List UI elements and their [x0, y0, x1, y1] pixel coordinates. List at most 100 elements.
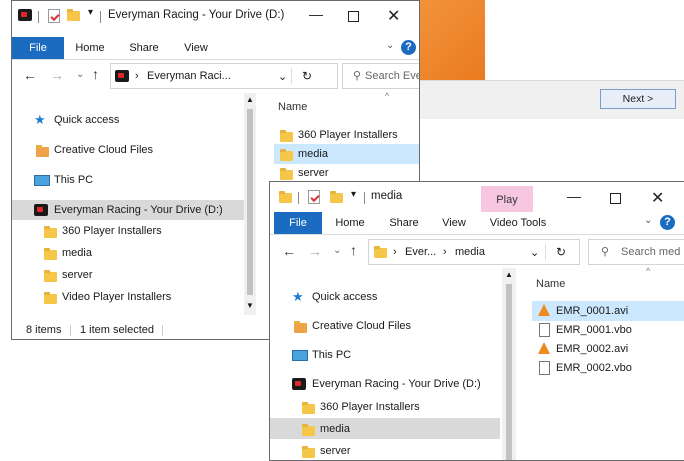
- back-icon[interactable]: ←: [23, 67, 37, 83]
- qat-dropdown-icon[interactable]: ▾: [351, 189, 356, 200]
- computer-icon: [292, 350, 308, 361]
- nav-label: Creative Cloud Files: [312, 320, 412, 332]
- tab-file[interactable]: File: [12, 37, 64, 59]
- tab-view[interactable]: View: [178, 37, 214, 59]
- search-box[interactable]: ⚲ Search med: [588, 239, 684, 265]
- file-name: 360 Player Installers: [298, 129, 398, 141]
- explorer-window-media: ▾ media Play — ✕ File Home Share View Vi…: [269, 181, 684, 461]
- address-field[interactable]: › Everyman Raci... ⌄ ↻: [110, 63, 338, 89]
- refresh-icon[interactable]: ↻: [302, 69, 312, 83]
- scroll-down-icon[interactable]: ▼: [246, 301, 254, 310]
- context-tab-label: Play: [496, 194, 518, 206]
- forward-icon[interactable]: →: [50, 67, 64, 83]
- refresh-icon[interactable]: ↻: [556, 245, 566, 259]
- tab-file[interactable]: File: [274, 212, 322, 234]
- folder-icon: [302, 402, 315, 414]
- minimize-button[interactable]: —: [309, 6, 323, 22]
- context-tab-play[interactable]: Play: [481, 186, 533, 212]
- file-row[interactable]: EMR_0001.vbo: [536, 321, 684, 341]
- maximize-button[interactable]: [348, 11, 359, 22]
- recent-locations-icon[interactable]: ⌄: [333, 245, 341, 256]
- window-title: Everyman Racing - Your Drive (D:): [108, 9, 285, 21]
- up-icon[interactable]: ↑: [350, 242, 357, 258]
- tab-share[interactable]: Share: [124, 37, 164, 59]
- up-icon[interactable]: ↑: [92, 66, 99, 82]
- window-title: media: [371, 190, 403, 202]
- new-folder-icon[interactable]: [67, 9, 80, 21]
- qat-separator: [298, 192, 299, 204]
- address-dropdown-icon[interactable]: ⌄: [278, 70, 287, 83]
- column-header-name[interactable]: Name: [536, 278, 565, 290]
- expand-ribbon-icon[interactable]: ⌄: [644, 215, 652, 226]
- sort-indicator-icon: ^: [646, 266, 651, 276]
- expand-ribbon-icon[interactable]: ⌄: [386, 40, 394, 51]
- nav-label: Quick access: [54, 114, 120, 126]
- tab-home[interactable]: Home: [72, 37, 108, 59]
- address-separator: [545, 244, 546, 260]
- file-row[interactable]: EMR_0001.avi: [536, 302, 684, 322]
- properties-icon[interactable]: [48, 9, 60, 23]
- help-icon[interactable]: ?: [660, 215, 675, 230]
- search-placeholder: Search med: [621, 246, 681, 258]
- creative-cloud-folder-icon: [294, 321, 307, 333]
- close-button[interactable]: ✕: [651, 188, 664, 208]
- file-name: EMR_0002.avi: [556, 343, 629, 355]
- nav-label: Quick access: [312, 291, 378, 303]
- address-segment-current[interactable]: media: [455, 246, 485, 258]
- nav-label: media: [62, 247, 92, 259]
- column-header-name[interactable]: Name: [278, 101, 307, 113]
- search-box[interactable]: ⚲ Search Ever: [342, 63, 419, 89]
- scroll-up-icon[interactable]: ▲: [505, 270, 513, 279]
- file-row[interactable]: 360 Player Installers: [278, 126, 419, 146]
- nav-label: This PC: [54, 174, 94, 186]
- document-icon: [539, 361, 550, 375]
- folder-icon: [302, 446, 315, 458]
- nav-scrollbar[interactable]: ▲: [502, 268, 516, 460]
- nav-label: Video Player Installers: [62, 291, 172, 303]
- nav-label: This PC: [312, 349, 352, 361]
- forward-icon[interactable]: →: [308, 243, 322, 259]
- file-row[interactable]: EMR_0002.vbo: [536, 359, 684, 379]
- back-icon[interactable]: ←: [282, 243, 296, 259]
- breadcrumb-chevron-icon: ›: [135, 70, 139, 82]
- tab-video-tools[interactable]: Video Tools: [486, 212, 550, 234]
- close-button[interactable]: ✕: [387, 6, 400, 26]
- navigation-pane: ★ Quick access Creative Cloud Files This…: [12, 93, 256, 315]
- nav-label: Creative Cloud Files: [54, 144, 154, 156]
- address-segment-parent[interactable]: Ever...: [405, 246, 436, 258]
- breadcrumb-chevron-icon: ›: [443, 246, 447, 258]
- computer-icon: [34, 175, 50, 186]
- scroll-thumb[interactable]: [506, 284, 512, 460]
- title-bar[interactable]: ▾ media Play — ✕: [270, 182, 684, 212]
- document-icon: [539, 323, 550, 337]
- address-field[interactable]: › Ever... › media ⌄ ↻: [368, 239, 580, 265]
- tab-home[interactable]: Home: [330, 212, 370, 234]
- help-icon[interactable]: ?: [401, 40, 416, 55]
- nav-label: 360 Player Installers: [320, 401, 420, 413]
- new-folder-icon[interactable]: [330, 191, 343, 203]
- drive-icon: [115, 70, 129, 82]
- title-separator: [364, 192, 365, 204]
- qat-dropdown-icon[interactable]: ▾: [88, 7, 93, 18]
- properties-icon[interactable]: [308, 190, 320, 204]
- scroll-thumb[interactable]: [247, 109, 253, 295]
- nav-label: media: [320, 423, 350, 435]
- nav-scrollbar[interactable]: ▲ ▼: [244, 93, 256, 315]
- folder-icon: [280, 168, 293, 180]
- next-button[interactable]: Next >: [600, 89, 676, 109]
- minimize-button[interactable]: —: [567, 188, 581, 204]
- tab-view[interactable]: View: [436, 212, 472, 234]
- file-row[interactable]: EMR_0002.avi: [536, 340, 684, 360]
- vlc-cone-icon: [538, 304, 550, 316]
- file-name: EMR_0001.vbo: [556, 324, 632, 336]
- scroll-up-icon[interactable]: ▲: [246, 95, 254, 104]
- recent-locations-icon[interactable]: ⌄: [76, 69, 84, 80]
- address-bar-row: ← → ⌄ ↑ › Everyman Raci... ⌄ ↻ ⚲ Search …: [12, 63, 419, 91]
- title-bar[interactable]: ▾ Everyman Racing - Your Drive (D:) — ✕: [12, 1, 419, 31]
- folder-icon: [44, 270, 57, 282]
- file-row[interactable]: media: [278, 145, 419, 165]
- maximize-button[interactable]: [610, 193, 621, 204]
- tab-share[interactable]: Share: [384, 212, 424, 234]
- file-name: server: [298, 167, 329, 179]
- address-dropdown-icon[interactable]: ⌄: [530, 246, 539, 259]
